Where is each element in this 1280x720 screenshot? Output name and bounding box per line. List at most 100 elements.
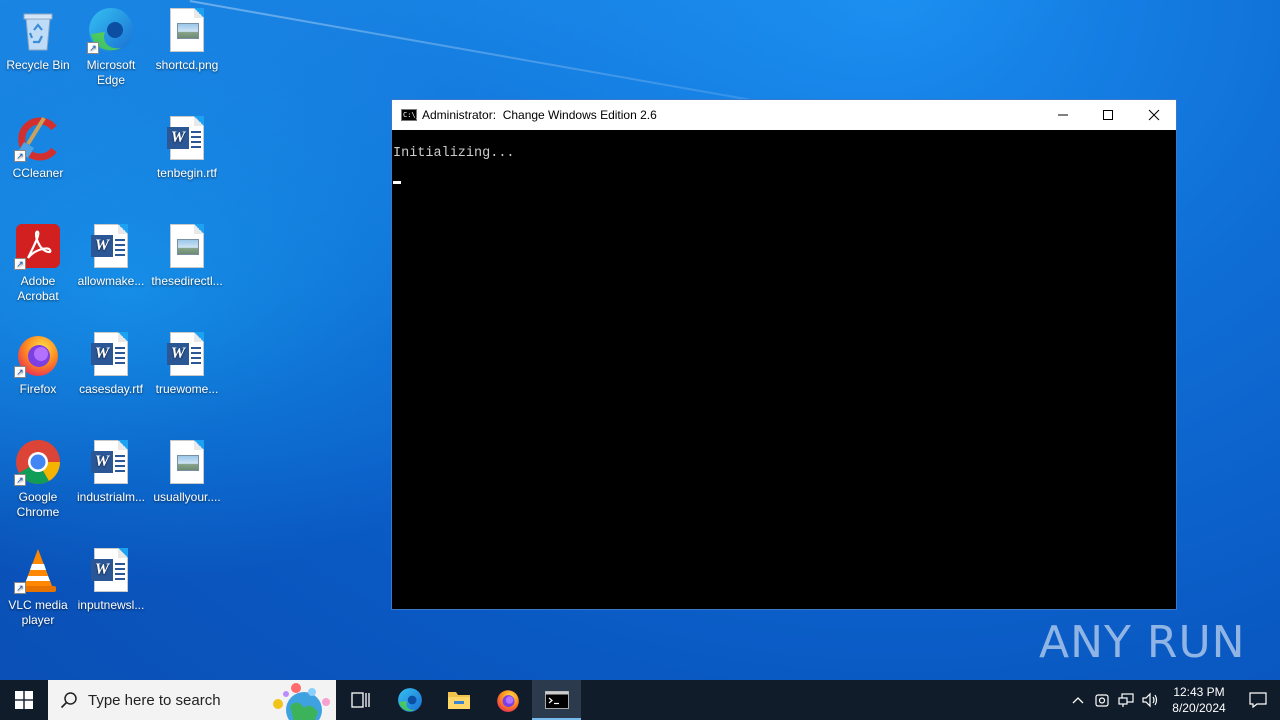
- desktop-icon-label: VLC media player: [8, 598, 68, 627]
- search-highlight-icon: [273, 683, 330, 720]
- vlc-icon: ↗: [14, 546, 62, 594]
- desktop-icon-label: CCleaner: [12, 166, 64, 180]
- desktop-icon-shortcd-png[interactable]: shortcd.png: [149, 0, 225, 100]
- console-output[interactable]: Initializing...: [392, 130, 1176, 184]
- desktop-icon-label: inputnewsl...: [77, 598, 145, 612]
- adobe-acrobat-icon: ↗: [14, 222, 62, 270]
- desktop-icon-industrialm[interactable]: W industrialm...: [73, 432, 149, 532]
- image-file-icon: [163, 6, 211, 54]
- word-document-icon: W: [87, 330, 135, 378]
- desktop-icon-label: truewome...: [155, 382, 219, 396]
- firefox-icon: ↗: [14, 330, 62, 378]
- desktop-icon-tenbegin-rtf[interactable]: W tenbegin.rtf: [149, 108, 225, 208]
- maximize-icon: [1103, 110, 1113, 120]
- folder-icon: [447, 692, 470, 709]
- console-titlebar[interactable]: C:\_ Administrator: Change Windows Editi…: [392, 100, 1176, 130]
- shortcut-arrow-icon: ↗: [14, 474, 26, 486]
- word-document-icon: W: [87, 438, 135, 486]
- desktop-icon-label: tenbegin.rtf: [156, 166, 218, 180]
- desktop-icon-label: Microsoft Edge: [86, 58, 136, 87]
- tray-network-button[interactable]: [1114, 680, 1138, 720]
- shortcut-arrow-icon: ↗: [14, 366, 26, 378]
- clock-time: 12:43 PM: [1173, 685, 1225, 699]
- window-title: Administrator: Change Windows Edition 2.…: [422, 108, 657, 122]
- cmd-icon: [544, 691, 569, 709]
- desktop-icon-truewome[interactable]: W truewome...: [149, 324, 225, 424]
- desktop-icon-label: shortcd.png: [155, 58, 219, 72]
- image-file-icon: [163, 438, 211, 486]
- minimize-button[interactable]: [1040, 100, 1086, 130]
- desktop-icon-label: Adobe Acrobat: [17, 274, 59, 303]
- desktop-icon-label: industrialm...: [76, 490, 146, 504]
- clock-date: 8/20/2024: [1172, 701, 1226, 715]
- desktop-icon-label: Firefox: [19, 382, 57, 396]
- maximize-button[interactable]: [1085, 100, 1131, 130]
- word-document-icon: W: [163, 114, 211, 162]
- shortcut-arrow-icon: ↗: [14, 258, 26, 270]
- search-icon: [60, 692, 77, 709]
- recycle-bin-icon: [14, 6, 62, 54]
- desktop-icon-vlc-media-player[interactable]: ↗ VLC media player: [0, 540, 76, 640]
- desktop-icon-ccleaner[interactable]: ↗ CCleaner: [0, 108, 76, 208]
- minimize-icon: [1058, 114, 1068, 116]
- taskbar-clock[interactable]: 12:43 PM 8/20/2024: [1166, 684, 1232, 716]
- edge-icon: [397, 688, 422, 712]
- taskbar: Type here to search 12:43 PM 8/20/2024: [0, 680, 1280, 720]
- word-document-icon: W: [87, 546, 135, 594]
- desktop-icon-usuallyour[interactable]: usuallyour....: [149, 432, 225, 532]
- desktop-icon-thesedirectl[interactable]: thesedirectl...: [149, 216, 225, 316]
- cmd-icon: C:\_: [401, 109, 420, 121]
- firefox-icon: [496, 690, 519, 712]
- desktop-icon-recycle-bin[interactable]: Recycle Bin: [0, 0, 76, 100]
- desktop-icon-allowmake[interactable]: W allowmake...: [73, 216, 149, 316]
- network-icon: [1118, 693, 1134, 707]
- tray-security-button[interactable]: [1090, 680, 1114, 720]
- desktop-icon-label: casesday.rtf: [79, 382, 143, 396]
- shortcut-arrow-icon: ↗: [14, 582, 26, 594]
- desktop-icon-label: Recycle Bin: [6, 58, 70, 72]
- desktop-icon-label: usuallyour....: [153, 490, 221, 504]
- security-icon: [1095, 694, 1109, 707]
- system-tray: 12:43 PM 8/20/2024: [1066, 680, 1280, 720]
- tray-volume-button[interactable]: [1138, 680, 1162, 720]
- show-hidden-icons-button[interactable]: [1066, 680, 1090, 720]
- close-button[interactable]: [1131, 100, 1177, 130]
- windows-logo-icon: [15, 691, 33, 709]
- desktop-icon-firefox[interactable]: ↗ Firefox: [0, 324, 76, 424]
- shortcut-arrow-icon: ↗: [87, 42, 99, 54]
- desktop-icon-inputnewsl[interactable]: W inputnewsl...: [73, 540, 149, 640]
- text-cursor: [393, 181, 401, 184]
- start-button[interactable]: [0, 680, 48, 720]
- search-placeholder: Type here to search: [88, 691, 221, 709]
- console-window[interactable]: C:\_ Administrator: Change Windows Editi…: [391, 99, 1177, 610]
- image-file-icon: [163, 222, 211, 270]
- desktop-icon-casesday-rtf[interactable]: W casesday.rtf: [73, 324, 149, 424]
- taskbar-cmd-button[interactable]: [532, 680, 581, 720]
- chrome-icon: ↗: [14, 438, 62, 486]
- action-center-button[interactable]: [1236, 680, 1280, 720]
- task-view-button[interactable]: [336, 680, 385, 720]
- taskbar-edge-button[interactable]: [385, 680, 434, 720]
- volume-icon: [1142, 692, 1158, 708]
- anyrun-watermark: ANY RUN: [1039, 612, 1246, 672]
- shortcut-arrow-icon: ↗: [14, 150, 26, 162]
- ccleaner-icon: ↗: [14, 114, 62, 162]
- chevron-up-icon: [1072, 697, 1084, 704]
- word-document-icon: W: [87, 222, 135, 270]
- desktop-icon-microsoft-edge[interactable]: ↗ Microsoft Edge: [73, 0, 149, 100]
- word-document-icon: W: [163, 330, 211, 378]
- task-view-icon: [350, 692, 370, 708]
- close-icon: [1148, 109, 1160, 121]
- notification-icon: [1249, 692, 1267, 709]
- taskbar-search-box[interactable]: Type here to search: [48, 680, 336, 720]
- taskbar-firefox-button[interactable]: [483, 680, 532, 720]
- desktop-icon-adobe-acrobat[interactable]: ↗ Adobe Acrobat: [0, 216, 76, 316]
- taskbar-file-explorer-button[interactable]: [434, 680, 483, 720]
- desktop-icon-google-chrome[interactable]: ↗ Google Chrome: [0, 432, 76, 532]
- edge-icon: ↗: [87, 6, 135, 54]
- desktop-icon-label: allowmake...: [77, 274, 145, 288]
- desktop-icon-label: Google Chrome: [16, 490, 60, 519]
- console-output-line: Initializing...: [393, 146, 515, 161]
- desktop-icon-label: thesedirectl...: [151, 274, 223, 288]
- watermark-text: ANY RUN: [1039, 616, 1246, 668]
